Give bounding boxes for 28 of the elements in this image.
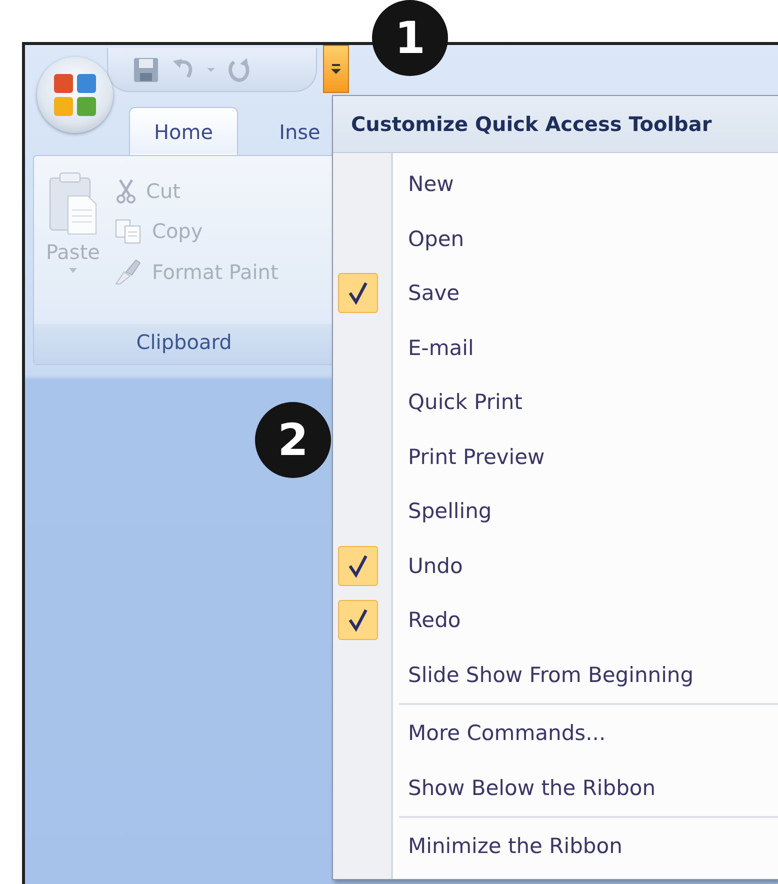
ribbon-tab[interactable]: Home — [129, 107, 238, 155]
menu-title: Customize Quick Access Toolbar — [333, 96, 778, 153]
menu-item[interactable]: Undo — [333, 538, 778, 593]
caret-icon — [68, 268, 77, 274]
group-label: Clipboard — [34, 324, 334, 364]
menu-item[interactable]: Minimize the Ribbon — [333, 819, 778, 874]
scissors-icon — [114, 178, 138, 204]
menu-item[interactable]: Show Below the Ribbon — [333, 760, 778, 815]
menu-item[interactable]: Spelling — [333, 484, 778, 538]
menu-item[interactable]: Quick Print — [333, 375, 778, 430]
checkmark-icon — [348, 608, 368, 632]
save-icon[interactable] — [132, 56, 160, 84]
checkmark-icon — [348, 554, 368, 578]
office-button[interactable] — [37, 57, 113, 133]
menu-item[interactable]: Print Preview — [333, 430, 778, 484]
redo-icon[interactable] — [226, 56, 252, 84]
menu-item[interactable]: Redo — [333, 593, 778, 648]
menu-item[interactable]: Open — [333, 212, 778, 266]
dropdown-arrow-icon — [330, 62, 342, 76]
checkmark-icon — [348, 281, 368, 306]
clipboard-icon — [48, 170, 98, 236]
menu-item[interactable]: Save — [333, 266, 778, 320]
menu-item[interactable]: E-mail — [333, 320, 778, 375]
step-number-badge: 1 — [372, 0, 448, 76]
menu-item[interactable]: More Commands... — [333, 706, 778, 760]
menu-item[interactable]: Slide Show From Beginning — [333, 648, 778, 702]
customize-toolbar-button[interactable] — [323, 45, 349, 93]
menu-item[interactable]: New — [333, 157, 778, 212]
